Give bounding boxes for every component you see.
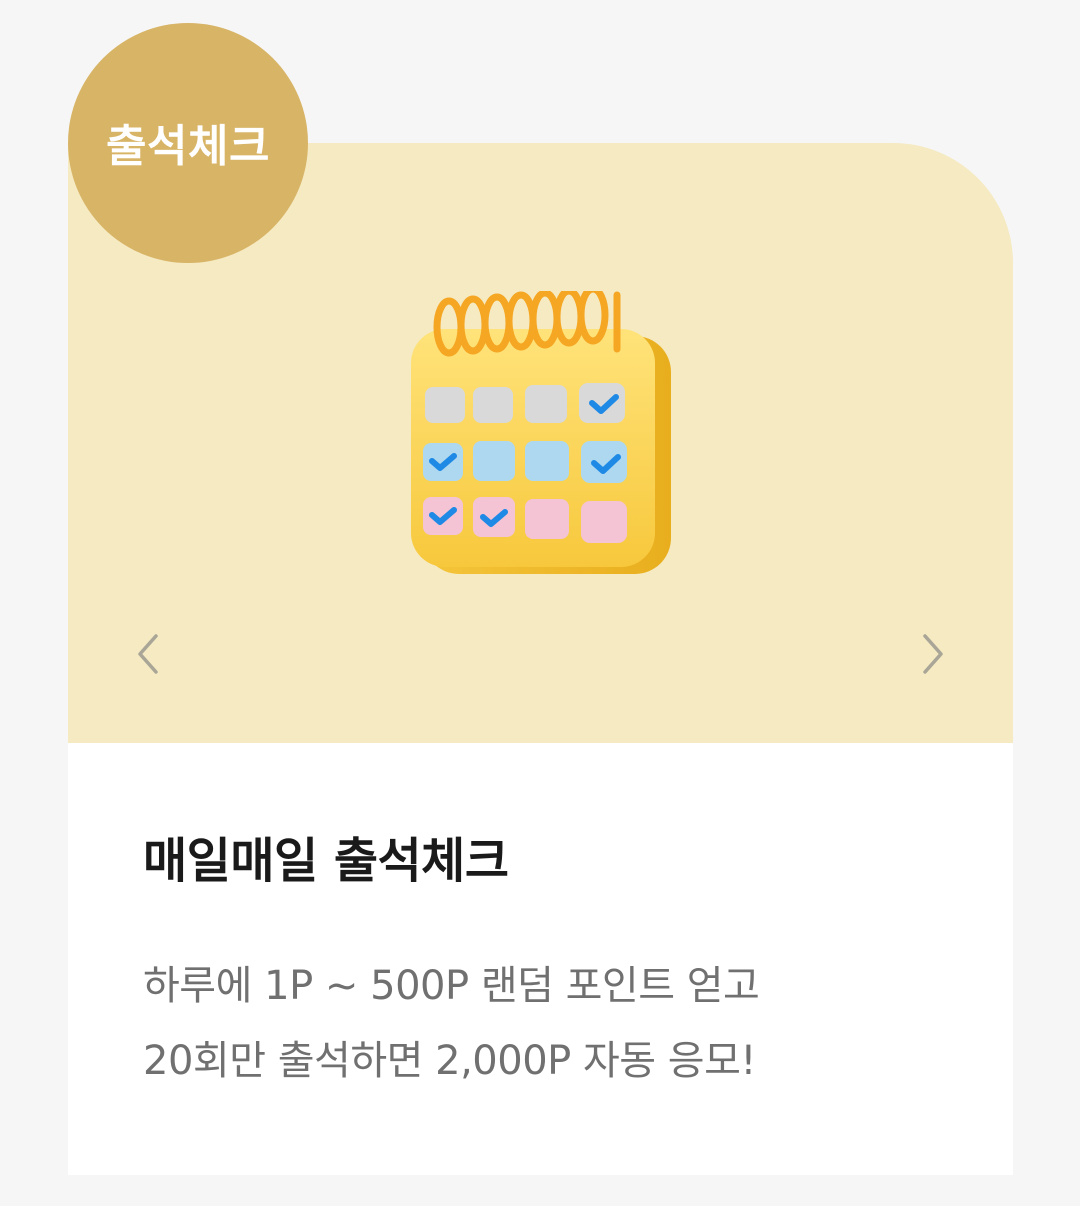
- chevron-right-icon: [923, 634, 943, 674]
- event-description-line2: 20회만 출석하면 2,000P 자동 응모!: [143, 1038, 756, 1084]
- attendance-check-badge: 출석체크: [68, 23, 308, 263]
- badge-label: 출석체크: [106, 121, 270, 172]
- event-description-line1: 하루에 1P ~ 500P 랜덤 포인트 얻고: [143, 963, 760, 1009]
- calendar-check-icon: [411, 291, 671, 574]
- event-title: 매일매일 출석체크: [143, 833, 509, 889]
- attendance-event-card[interactable]: 매일매일 출석체크 하루에 1P ~ 500P 랜덤 포인트 얻고 20회만 출…: [68, 143, 1013, 1175]
- carousel-prev-button[interactable]: [128, 630, 168, 678]
- page: 매일매일 출석체크 하루에 1P ~ 500P 랜덤 포인트 얻고 20회만 출…: [0, 0, 1080, 1206]
- chevron-left-icon: [138, 634, 158, 674]
- carousel-next-button[interactable]: [913, 630, 953, 678]
